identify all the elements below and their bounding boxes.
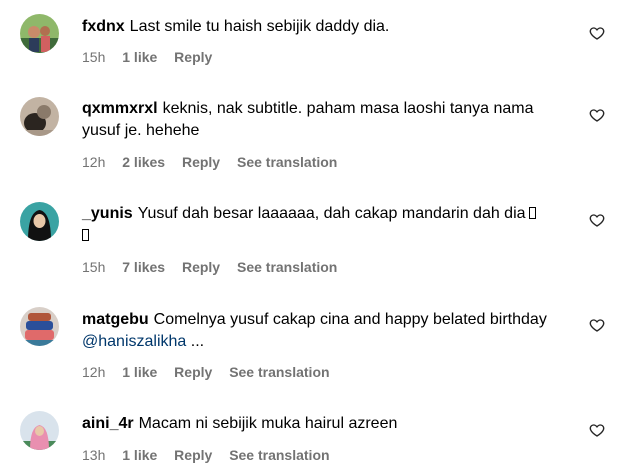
- comment-time[interactable]: 15h: [82, 259, 105, 275]
- comment-text: qxmmxrxl keknis, nak subtitle. paham masa…: [82, 98, 560, 142]
- comment-time[interactable]: 12h: [82, 154, 105, 170]
- comment-body: Macam ni sebijik muka hairul azreen: [138, 415, 398, 432]
- comment-username[interactable]: _yunis: [82, 205, 133, 222]
- comment-likes[interactable]: 7 likes: [122, 259, 165, 275]
- avatar[interactable]: [20, 411, 59, 450]
- emoji-icon: [528, 207, 536, 219]
- see-translation-link[interactable]: See translation: [229, 364, 329, 380]
- avatar[interactable]: [20, 14, 59, 53]
- reply-button[interactable]: Reply: [174, 447, 212, 463]
- comment-item: matgebu Comelnya yusuf cakap cina and hap…: [0, 290, 623, 394]
- heart-icon[interactable]: [589, 212, 607, 230]
- comment-likes[interactable]: 2 likes: [122, 154, 165, 170]
- comment-text: fxdnx Last smile tu haish sebijik daddy d…: [82, 16, 560, 38]
- comment-likes[interactable]: 1 like: [122, 364, 157, 380]
- see-translation-link[interactable]: See translation: [237, 154, 337, 170]
- comment-body: Comelnya yusuf cakap cina and happy bela…: [153, 311, 547, 328]
- comment-item: fxdnx Last smile tu haish sebijik daddy d…: [0, 0, 623, 80]
- reply-button[interactable]: Reply: [182, 154, 220, 170]
- avatar[interactable]: [20, 202, 59, 241]
- comment-body: Yusuf dah besar laaaaaa, dah cakap manda…: [137, 205, 526, 222]
- comment-time[interactable]: 15h: [82, 49, 105, 65]
- reply-button[interactable]: Reply: [174, 364, 212, 380]
- comment-username[interactable]: fxdnx: [82, 18, 125, 35]
- mention-link[interactable]: @haniszalikha: [82, 333, 186, 350]
- comment-meta: 12h 1 like Reply See translation: [82, 363, 343, 381]
- comment-ellipsis: ...: [186, 333, 205, 350]
- avatar[interactable]: [20, 307, 59, 346]
- comment-body: Last smile tu haish sebijik daddy dia.: [129, 18, 390, 35]
- comment-meta: 12h 2 likes Reply See translation: [82, 153, 350, 171]
- heart-icon[interactable]: [589, 317, 607, 335]
- comment-likes[interactable]: 1 like: [122, 447, 157, 463]
- reply-button[interactable]: Reply: [174, 49, 212, 65]
- comment-likes[interactable]: 1 like: [122, 49, 157, 65]
- see-translation-link[interactable]: See translation: [237, 259, 337, 275]
- reply-button[interactable]: Reply: [182, 259, 220, 275]
- heart-icon[interactable]: [589, 107, 607, 125]
- comment-time[interactable]: 12h: [82, 364, 105, 380]
- see-translation-link[interactable]: See translation: [229, 447, 329, 463]
- heart-icon[interactable]: [589, 422, 607, 440]
- comment-item: qxmmxrxl keknis, nak subtitle. paham masa…: [0, 80, 623, 184]
- comment-text: aini_4r Macam ni sebijik muka hairul azre…: [82, 413, 560, 435]
- comment-username[interactable]: matgebu: [82, 311, 149, 328]
- comment-item: _yunis Yusuf dah besar laaaaaa, dah cakap…: [0, 184, 623, 290]
- comment-username[interactable]: qxmmxrxl: [82, 100, 158, 117]
- comment-text: _yunis Yusuf dah besar laaaaaa, dah cakap…: [82, 203, 560, 247]
- comment-meta: 15h 7 likes Reply See translation: [82, 258, 350, 276]
- emoji-icon: [82, 229, 89, 241]
- comment-item: aini_4r Macam ni sebijik muka hairul azre…: [0, 394, 623, 471]
- comment-username[interactable]: aini_4r: [82, 415, 134, 432]
- comment-meta: 15h 1 like Reply: [82, 48, 225, 66]
- avatar[interactable]: [20, 97, 59, 136]
- comment-text: matgebu Comelnya yusuf cakap cina and hap…: [82, 309, 560, 353]
- heart-icon[interactable]: [589, 25, 607, 43]
- comment-meta: 13h 1 like Reply See translation: [82, 446, 343, 464]
- comment-time[interactable]: 13h: [82, 447, 105, 463]
